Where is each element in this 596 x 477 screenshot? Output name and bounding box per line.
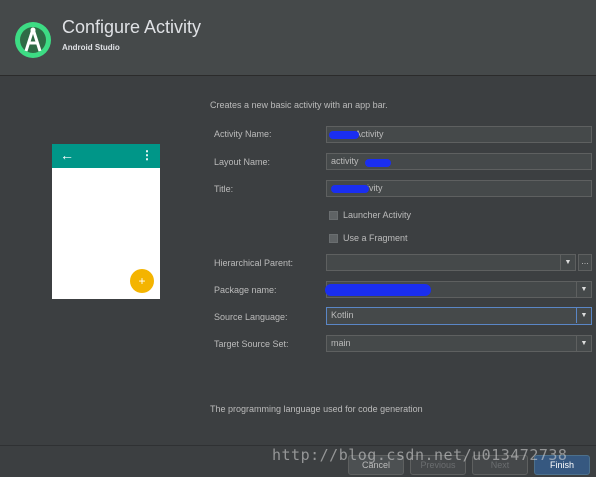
back-arrow-icon: ← [60, 147, 74, 163]
help-text: The programming language used for code g… [210, 404, 423, 414]
package-name-field[interactable]: ▼ [325, 281, 592, 298]
dropdown-arrow-icon[interactable]: ▼ [576, 282, 591, 297]
title-label: Title: [214, 184, 234, 194]
browse-parent-button[interactable]: ... [578, 254, 592, 271]
checkbox-icon [329, 234, 338, 244]
target-source-set-select[interactable]: main ▼ [326, 335, 592, 352]
layout-name-field[interactable]: activity [326, 153, 592, 170]
overflow-menu-icon: ⋮ [141, 148, 153, 162]
source-language-select[interactable]: Kotlin ▼ [326, 307, 592, 325]
dropdown-arrow-icon[interactable]: ▼ [576, 308, 591, 323]
use-fragment-checkbox[interactable]: Use a Fragment [329, 233, 408, 244]
activity-description: Creates a new basic activity with an app… [210, 100, 388, 110]
activity-name-label: Activity Name: [214, 129, 272, 139]
dropdown-arrow-icon[interactable]: ▼ [560, 255, 575, 270]
fab-plus-icon: + [130, 269, 154, 293]
target-source-set-label: Target Source Set: [214, 339, 289, 349]
launcher-activity-label: Launcher Activity [343, 210, 412, 220]
page-title: Configure Activity [62, 17, 202, 37]
watermark: http://blog.csdn.net/u013472738 [272, 446, 568, 464]
package-name-label: Package name: [214, 285, 277, 295]
layout-name-value: activity [331, 156, 359, 166]
source-language-value: Kotlin [331, 310, 354, 320]
layout-name-label: Layout Name: [214, 157, 271, 167]
source-language-label: Source Language: [214, 312, 288, 322]
use-fragment-label: Use a Fragment [343, 233, 408, 243]
activity-preview: ← ⋮ + [52, 144, 160, 299]
redaction-mark [329, 131, 359, 139]
launcher-activity-checkbox[interactable]: Launcher Activity [329, 210, 412, 221]
redaction-mark [331, 185, 369, 193]
wizard-header: Configure Activity Android Studio [0, 0, 596, 76]
redaction-mark [325, 284, 431, 296]
hierarchical-parent-select[interactable]: ▼ [326, 254, 576, 271]
title-field[interactable]: ivity [326, 180, 592, 197]
redaction-mark [365, 159, 391, 167]
hierarchical-parent-label: Hierarchical Parent: [214, 258, 294, 268]
target-source-set-value: main [331, 338, 351, 348]
checkbox-icon [329, 211, 338, 221]
android-studio-logo-icon [15, 22, 51, 58]
dropdown-arrow-icon[interactable]: ▼ [576, 336, 591, 351]
activity-name-field[interactable]: Activity [326, 126, 592, 143]
page-subtitle: Android Studio [62, 43, 120, 52]
preview-app-bar: ← ⋮ [52, 144, 160, 168]
